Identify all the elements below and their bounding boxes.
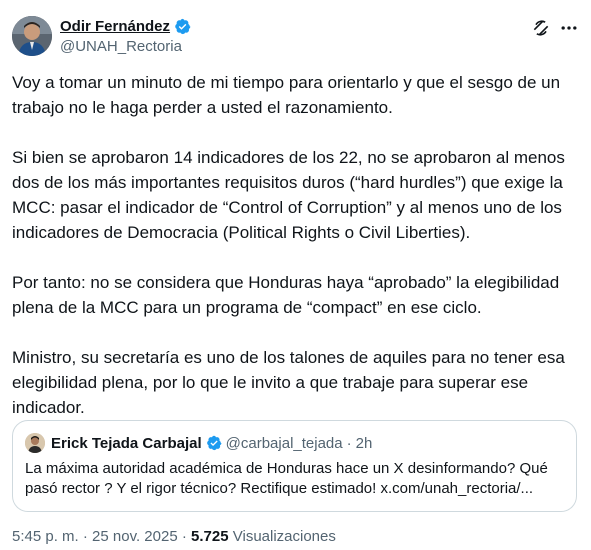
tweet-paragraph: Por tanto: no se considera que Honduras … bbox=[12, 273, 560, 317]
avatar-image bbox=[12, 16, 52, 56]
tweet-paragraph: Ministro, su secretaría es uno de los ta… bbox=[12, 348, 565, 417]
quoted-tweet[interactable]: Erick Tejada Carbajal @carbajal_tejada ·… bbox=[12, 420, 577, 512]
quoted-author-handle: @carbajal_tejada bbox=[225, 434, 343, 452]
tweet-time[interactable]: 5:45 p. m. bbox=[12, 528, 79, 545]
grok-icon[interactable] bbox=[531, 18, 551, 38]
quoted-tweet-time: 2h bbox=[355, 434, 373, 452]
tweet-footer: 5:45 p. m. · 25 nov. 2025 · 5.725 Visual… bbox=[12, 528, 336, 545]
quoted-tweet-text: La máxima autoridad académica de Hondura… bbox=[25, 460, 548, 497]
quoted-author-name: Erick Tejada Carbajal bbox=[51, 434, 202, 452]
quoted-author-avatar bbox=[25, 433, 45, 453]
author-handle[interactable]: @UNAH_Rectoria bbox=[60, 38, 191, 55]
separator-dot: · bbox=[82, 528, 88, 545]
separator-dot: · bbox=[346, 434, 352, 452]
views-label: Visualizaciones bbox=[232, 528, 336, 545]
tweet-date[interactable]: 25 nov. 2025 bbox=[92, 528, 178, 545]
tweet-paragraph: Si bien se aprobaron 14 indicadores de l… bbox=[12, 148, 565, 242]
more-options-icon[interactable] bbox=[559, 18, 579, 38]
verified-badge-icon bbox=[175, 18, 191, 34]
verified-badge-icon bbox=[206, 435, 222, 451]
tweet-card[interactable]: Odir Fernández @UNAH_Rectoria Voy a toma… bbox=[0, 0, 591, 550]
author-name[interactable]: Odir Fernández bbox=[60, 18, 170, 35]
tweet-header: Odir Fernández @UNAH_Rectoria bbox=[12, 14, 579, 60]
tweet-paragraph: Voy a tomar un minuto de mi tiempo para … bbox=[12, 73, 561, 117]
author-names: Odir Fernández @UNAH_Rectoria bbox=[60, 16, 191, 55]
views-count: 5.725 bbox=[191, 528, 229, 545]
separator-dot: · bbox=[181, 528, 187, 545]
author-avatar[interactable] bbox=[12, 16, 52, 56]
tweet-text: Voy a tomar un minuto de mi tiempo para … bbox=[12, 70, 582, 420]
quoted-tweet-header: Erick Tejada Carbajal @carbajal_tejada ·… bbox=[25, 433, 372, 453]
